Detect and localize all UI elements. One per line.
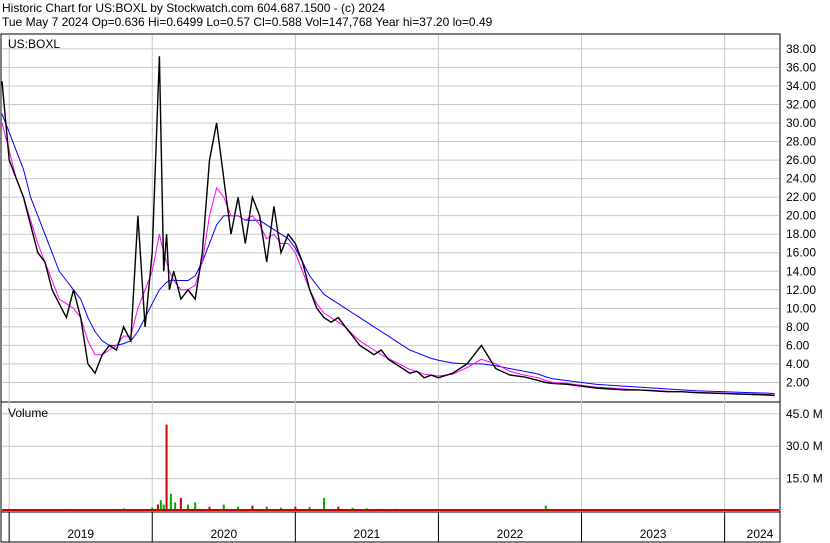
price-tick-label: 8.00 [786, 320, 810, 334]
year-label: 2024 [747, 527, 774, 541]
price-tick-label: 2.00 [786, 375, 810, 389]
stock-chart: 38.00 36.00 34.00 32.00 30.00 28.00 26.00 24.00… [0, 33, 823, 543]
price-tick-label: 10.00 [786, 301, 816, 315]
price-tick-label: 14.00 [786, 264, 816, 278]
price-tick-label: 24.00 [786, 172, 816, 186]
price-tick-label: 36.00 [786, 60, 816, 74]
price-tick-label: 28.00 [786, 135, 816, 149]
grid-lines [2, 35, 779, 542]
price-panel-title: US:BOXL [8, 37, 60, 51]
price-tick-label: 16.00 [786, 246, 816, 260]
price-tick-label: 20.00 [786, 209, 816, 223]
ma-long-line [1, 113, 775, 395]
price-tick-label: 22.00 [786, 190, 816, 204]
price-tick-label: 4.00 [786, 357, 810, 371]
volume-bar [165, 424, 168, 511]
volume-bars [2, 424, 779, 511]
year-label: 2019 [67, 527, 94, 541]
year-label: 2023 [640, 527, 667, 541]
price-tick-label: 26.00 [786, 153, 816, 167]
price-tick-label: 6.00 [786, 338, 810, 352]
year-label: 2022 [497, 527, 524, 541]
price-tick-label: 12.00 [786, 283, 816, 297]
year-label: 2020 [210, 527, 237, 541]
price-tick-label: 38.00 [786, 42, 816, 56]
price-line [1, 56, 775, 397]
ma-short-line [1, 122, 775, 396]
price-tick-label: 32.00 [786, 97, 816, 111]
volume-bar [169, 493, 172, 511]
year-label: 2021 [354, 527, 381, 541]
volume-tick-label: 30.0 M [786, 439, 823, 453]
volume-panel-frame [0, 401, 781, 513]
price-series [1, 56, 775, 397]
price-tick-label: 18.00 [786, 227, 816, 241]
price-tick-label: 30.00 [786, 116, 816, 130]
price-tick-label: 34.00 [786, 79, 816, 93]
volume-panel-title: Volume [8, 406, 48, 420]
axis-labels: 38.00 36.00 34.00 32.00 30.00 28.00 26.00 24.00… [67, 42, 822, 541]
volume-tick-label: 15.0 M [786, 472, 823, 486]
volume-tick-label: 45.0 M [786, 407, 823, 421]
